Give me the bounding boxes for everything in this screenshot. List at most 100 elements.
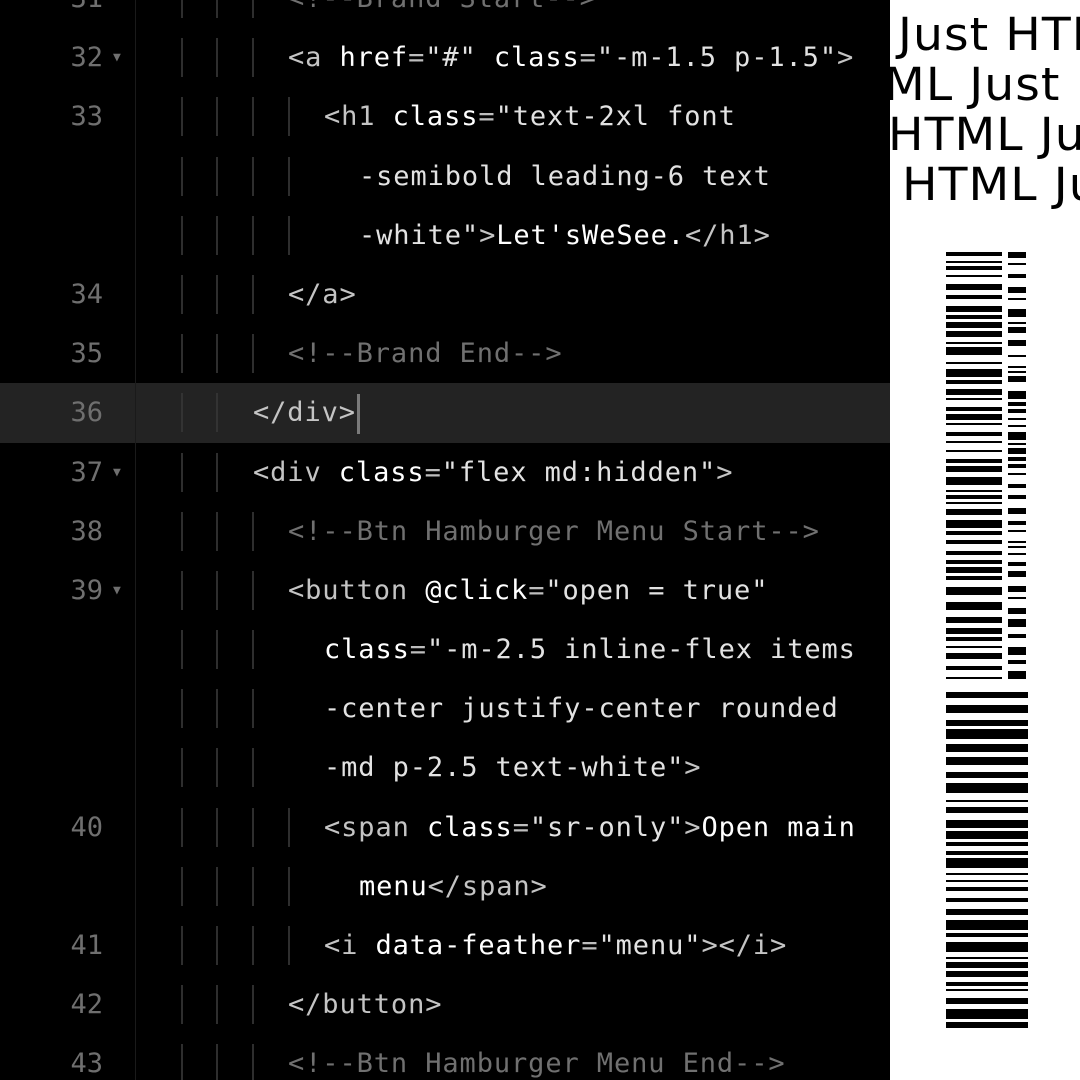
code-token: </h1> (684, 219, 771, 251)
code-line[interactable]: -md p-2.5 text-white"> (0, 738, 890, 798)
code-token: = (528, 574, 546, 606)
barcode-bar (1008, 508, 1026, 514)
banner-text: HTML Just HTML (902, 158, 1080, 211)
code-line[interactable]: 38 <!--Btn Hamburger Menu Start--> (0, 501, 890, 561)
code-text[interactable]: <a href="#" class="-m-1.5 p-1.5"> (288, 28, 854, 87)
code-line[interactable]: 35 <!--Brand End--> (0, 324, 890, 384)
code-line[interactable]: 31 <!--Brand Start--> (0, 0, 890, 29)
barcode-bar (946, 347, 1002, 355)
indent-guide (216, 156, 218, 196)
line-number: 38 (70, 515, 103, 547)
code-line[interactable]: 39 ▼ <button @click="open = true" (0, 560, 890, 621)
code-line[interactable]: 43 <!--Btn Hamburger Menu End--> (0, 1034, 890, 1080)
code-text[interactable]: <!--Brand End--> (288, 324, 563, 383)
code-text[interactable]: <span class="sr-only">Open main (324, 798, 856, 857)
indent-guide (181, 452, 183, 492)
code-line[interactable]: 42 </button> (0, 975, 890, 1035)
barcode-bar (1008, 274, 1026, 278)
code-line[interactable]: 32 ▼ <a href="#" class="-m-1.5 p-1.5"> (0, 28, 890, 88)
code-token: = (409, 634, 427, 666)
code-text[interactable]: <!--Btn Hamburger Menu End--> (288, 1034, 786, 1080)
code-line[interactable]: -semibold leading-6 text (0, 146, 890, 206)
code-text[interactable]: <h1 class="text-2xl font (324, 87, 736, 146)
code-text[interactable]: -white">Let'sWeSee.</h1> (359, 206, 771, 265)
code-token: = (478, 101, 496, 133)
line-number: 42 (70, 989, 103, 1021)
line-number: 33 (70, 101, 103, 133)
indent-guide (288, 807, 290, 847)
barcode-bar (946, 831, 1028, 839)
barcode-bar (1008, 371, 1026, 373)
barcode-bar (1008, 366, 1026, 368)
code-text[interactable]: -md p-2.5 text-white"> (324, 738, 701, 797)
code-text[interactable]: -center justify-center rounded (324, 679, 839, 738)
code-text[interactable]: <i data-feather="menu"></i> (324, 916, 787, 975)
line-number: 43 (70, 1048, 103, 1080)
code-text[interactable]: </a> (288, 265, 357, 324)
code-token: class (338, 456, 425, 488)
code-text[interactable]: class="-m-2.5 inline-flex items (324, 620, 856, 679)
code-line[interactable]: 40 <span class="sr-only">Open main (0, 797, 890, 857)
indent-guide (181, 866, 183, 906)
code-line[interactable]: 37 ▼ <div class="flex md:hidden"> (0, 442, 890, 502)
barcode-bar (946, 560, 1002, 564)
indent-guide (252, 807, 254, 847)
code-token: -center justify-center rounded (324, 693, 839, 725)
barcode-bar (1008, 619, 1026, 627)
indent-guide (252, 274, 254, 314)
barcode-bar (946, 982, 1028, 986)
code-text[interactable]: </button> (288, 975, 442, 1034)
code-token: > (837, 42, 855, 74)
barcode-bar (946, 414, 1002, 420)
code-line[interactable]: menu</span> (0, 856, 890, 916)
barcode-bar (1008, 521, 1026, 525)
code-line[interactable]: 41 <i data-feather="menu"></i> (0, 916, 890, 976)
indent-guide (288, 866, 290, 906)
indent-guide (252, 0, 254, 18)
indent-guide (181, 926, 183, 965)
barcode-bar (946, 441, 1002, 443)
barcode-bar (946, 851, 1028, 855)
barcode-bar (946, 705, 1028, 713)
code-line[interactable]: -center justify-center rounded (0, 679, 890, 739)
code-line[interactable]: class="-m-2.5 inline-flex items (0, 620, 890, 680)
code-text[interactable]: </div> (253, 383, 360, 442)
barcode-bar (946, 933, 1028, 937)
code-text[interactable]: -semibold leading-6 text (359, 147, 771, 206)
line-number: 41 (70, 930, 103, 961)
barcode-bar (1008, 309, 1026, 317)
barcode-bar (1008, 671, 1026, 679)
barcode-bar (1008, 495, 1026, 499)
code-text[interactable]: <button @click="open = true" (288, 561, 768, 620)
barcode-bar (946, 587, 1002, 595)
fold-chevron-icon[interactable]: ▼ (113, 443, 121, 502)
code-text[interactable]: <!--Brand Start--> (288, 0, 597, 28)
barcode-bar (946, 567, 1002, 573)
code-editor[interactable]: 31<!--Brand Start-->32▼<a href="#" class… (0, 0, 890, 1080)
barcode-bar (946, 398, 1002, 400)
fold-chevron-icon[interactable]: ▼ (113, 28, 121, 87)
indent-guide (216, 985, 218, 1025)
screen: 31<!--Brand Start-->32▼<a href="#" class… (0, 0, 1080, 1080)
indent-guide (181, 393, 183, 433)
code-token: > (479, 219, 497, 251)
barcode-bar (946, 998, 1028, 1004)
code-text[interactable]: <div class="flex md:hidden"> (253, 443, 733, 502)
indent-guide (181, 985, 183, 1025)
barcode-bar (946, 252, 1002, 256)
indent-guide (216, 1044, 218, 1080)
indent-guide (216, 689, 218, 729)
code-line[interactable]: 33 <h1 class="text-2xl font (0, 87, 890, 147)
code-line[interactable]: -white">Let'sWeSee.</h1> (0, 205, 890, 265)
code-token: </a> (288, 278, 357, 310)
barcode-bar (946, 637, 1002, 641)
code-line[interactable]: 36 </div> (0, 383, 890, 443)
barcode-bar (946, 989, 1028, 991)
barcode-bar (946, 1022, 1028, 1028)
fold-chevron-icon[interactable]: ▼ (113, 561, 121, 620)
indent-guide (216, 511, 218, 551)
code-text[interactable]: <!--Btn Hamburger Menu Start--> (288, 502, 820, 561)
code-text[interactable]: menu</span> (359, 857, 548, 916)
code-token: Open main (701, 811, 856, 843)
code-line[interactable]: 34 </a> (0, 264, 890, 325)
